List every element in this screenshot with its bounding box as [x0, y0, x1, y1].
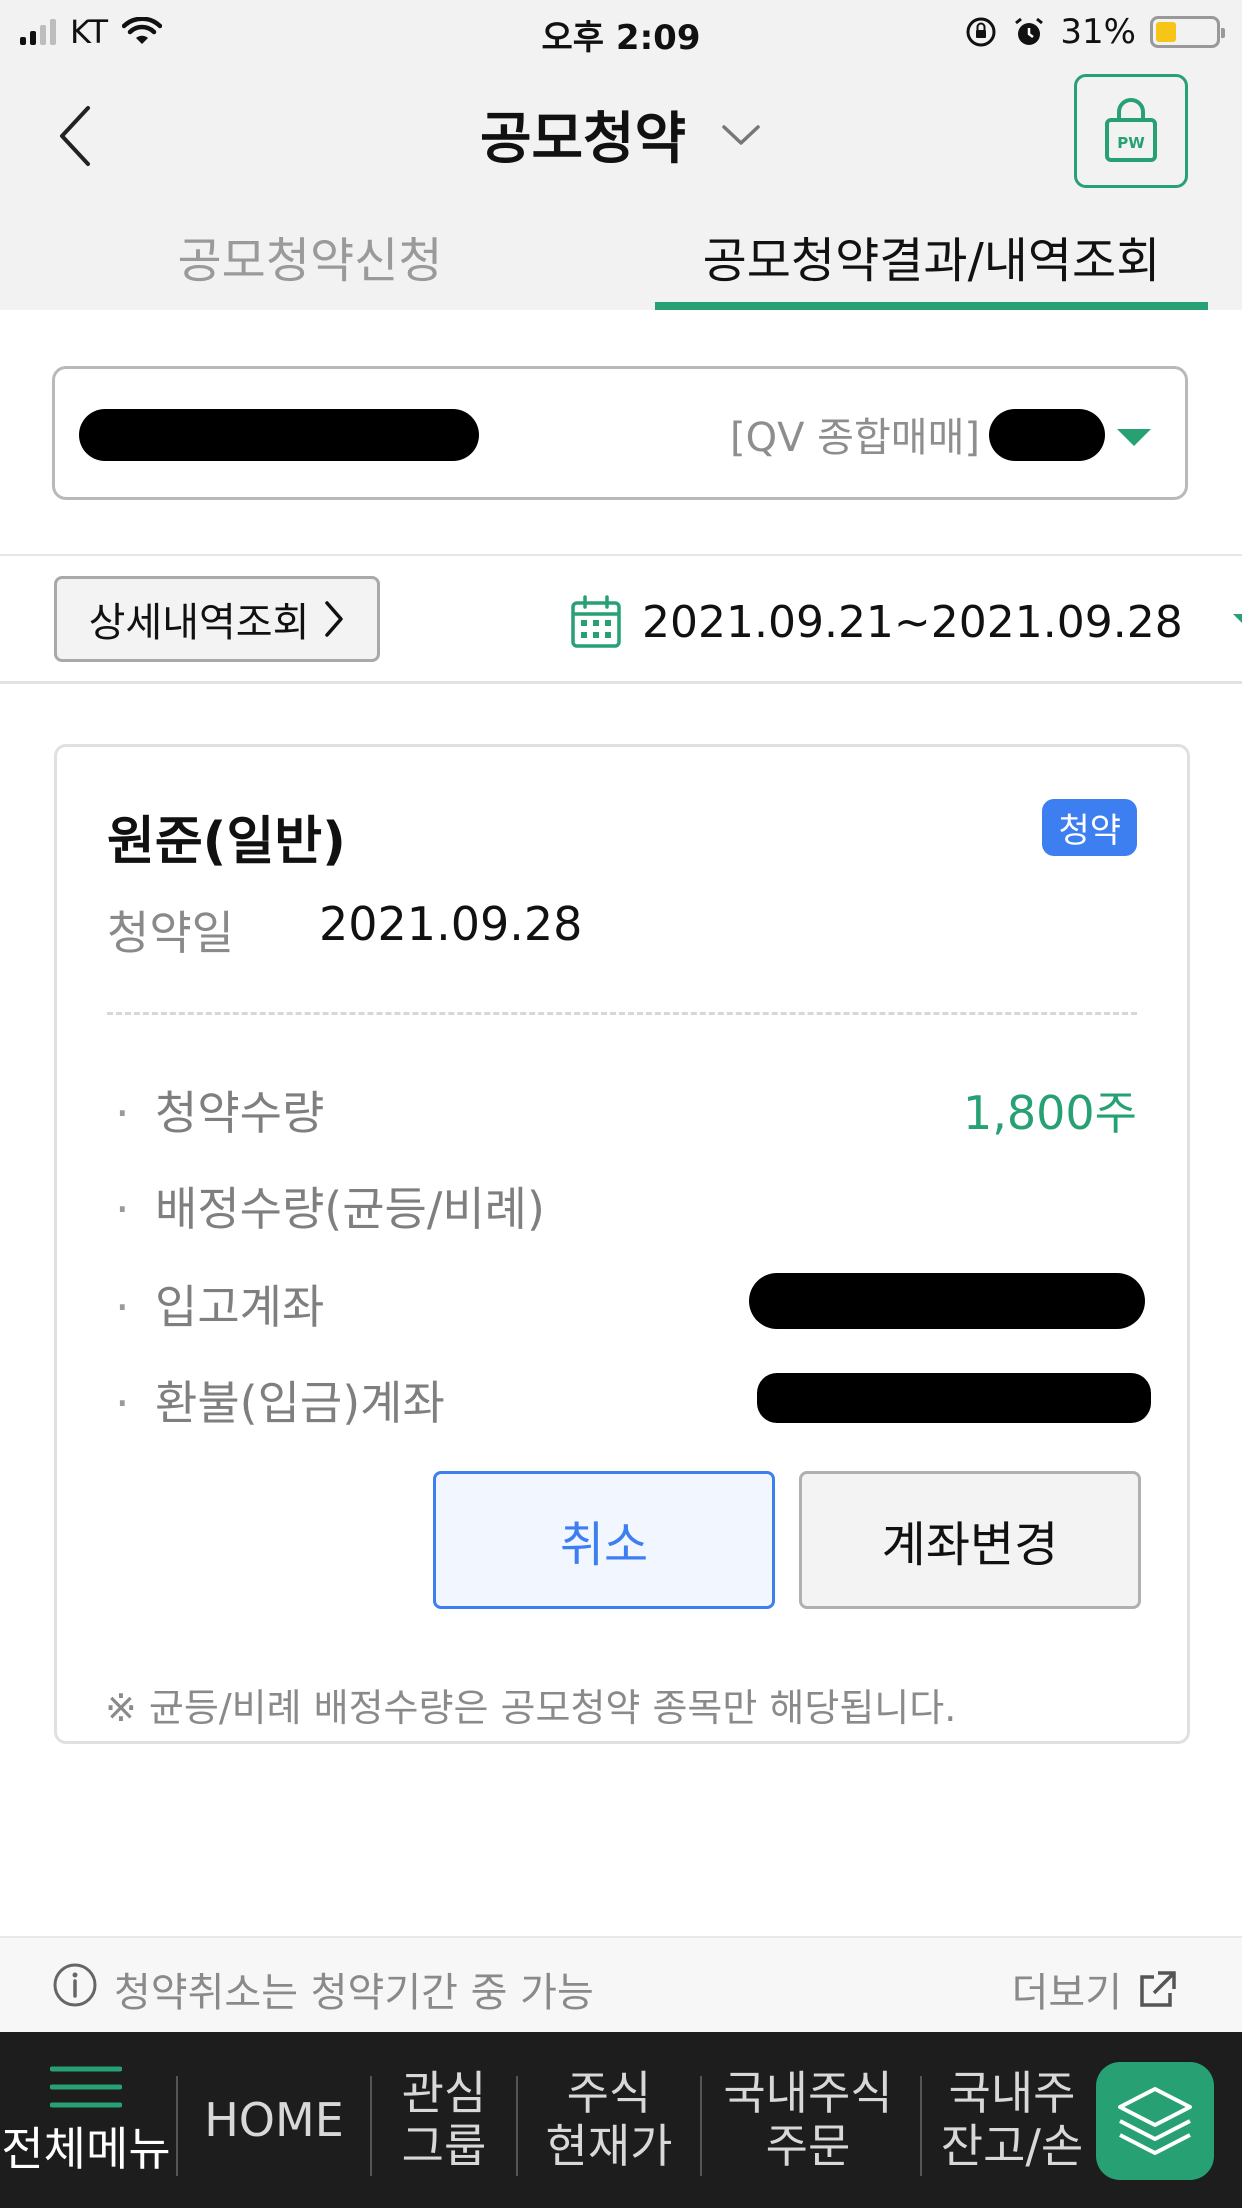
change-account-button[interactable]: 계좌변경: [799, 1471, 1141, 1609]
title-selector[interactable]: 공모청약: [0, 94, 1242, 175]
chevron-right-icon: [325, 601, 344, 637]
info-icon: [53, 1963, 97, 2007]
content-area: [QV 종합매매] 상세내역조회 2021.09.21~2021.09.28 원…: [0, 310, 1242, 1938]
subscription-card: 원준(일반) 청약 청약일 2021.09.28 · 청약수량 1,800주 · 배…: [54, 744, 1190, 1744]
nav-home[interactable]: HOME: [180, 2032, 368, 2208]
chevron-down-icon: [722, 124, 760, 145]
date-range-picker[interactable]: 2021.09.21~2021.09.28: [570, 582, 1242, 662]
more-label: 더보기: [1011, 1970, 1122, 2016]
stock-name: 원준(일반): [107, 812, 346, 872]
nav-divider: [700, 2076, 702, 2176]
detail-history-button[interactable]: 상세내역조회: [54, 576, 380, 662]
status-badge: 청약: [1042, 799, 1137, 856]
cancel-subscription-button[interactable]: 취소: [433, 1471, 775, 1609]
tab-label: 공모청약결과/내역조회: [702, 233, 1161, 289]
nav-label-line2: 주문: [765, 2119, 851, 2173]
nav-divider: [370, 2076, 372, 2176]
nav-label-line2: 현재가: [545, 2119, 673, 2173]
subscription-date-value: 2021.09.28: [319, 897, 583, 951]
nav-label-line1: 관심: [401, 2066, 487, 2121]
subscription-date-label: 청약일: [107, 906, 234, 960]
app-header: 공모청약 PW 공모청약신청 공모청약결과/내역조회: [0, 64, 1242, 310]
pw-label: PW: [1117, 134, 1145, 152]
orientation-lock-icon: [966, 17, 996, 47]
row-label: 배정수량(균등/비례): [155, 1182, 545, 1236]
dropdown-caret-icon: [1117, 429, 1151, 446]
nav-divider: [920, 2076, 922, 2176]
nav-label-line2: 잔고/손: [940, 2119, 1084, 2173]
allocation-note: ※ 균등/비례 배정수량은 공모청약 종목만 해당됩니다.: [105, 1686, 957, 1730]
row-refund-account: · 환불(입금)계좌: [115, 1367, 1151, 1430]
password-lock-button[interactable]: PW: [1074, 74, 1188, 188]
date-range-text: 2021.09.21~2021.09.28: [642, 596, 1183, 648]
hamburger-menu-icon: [50, 2066, 122, 2108]
lock-icon: PW: [1105, 98, 1157, 162]
bottom-nav: 전체메뉴 HOME 관심 그룹 주식 현재가 국내주식 주문 국내주 잔고/손: [0, 2032, 1242, 2208]
battery-percent: 31%: [1060, 12, 1136, 52]
active-tab-indicator: [655, 302, 1208, 310]
nav-divider: [176, 2076, 178, 2176]
divider: [107, 1012, 1137, 1015]
row-label: 입고계좌: [155, 1280, 325, 1334]
nav-all-menu[interactable]: 전체메뉴: [0, 2032, 172, 2208]
status-right: 31%: [964, 10, 1225, 54]
tab-subscription-results[interactable]: 공모청약결과/내역조회: [655, 202, 1208, 310]
nav-watch-group[interactable]: 관심 그룹: [374, 2032, 514, 2208]
account-type-label: [QV 종합매매]: [730, 415, 980, 461]
row-subscription-quantity: · 청약수량 1,800주: [115, 1077, 1137, 1140]
redacted-refund-account: [757, 1373, 1151, 1423]
nav-divider: [516, 2076, 518, 2176]
row-label: 환불(입금)계좌: [155, 1376, 445, 1430]
external-link-icon: [1140, 1971, 1176, 2007]
filter-row: 상세내역조회 2021.09.21~2021.09.28: [0, 554, 1242, 684]
alarm-icon: [1015, 17, 1044, 45]
nav-label: HOME: [204, 2092, 344, 2147]
nav-label-line1: 국내주식: [723, 2066, 893, 2121]
nav-label-line2: 그룹: [401, 2119, 487, 2173]
nav-domestic-balance[interactable]: 국내주 잔고/손: [924, 2032, 1100, 2208]
page-title: 공모청약: [479, 107, 687, 172]
nav-label-line1: 국내주: [948, 2066, 1076, 2121]
redacted-account-name: [79, 409, 479, 461]
floating-layers-button[interactable]: [1096, 2062, 1214, 2180]
info-bar: 청약취소는 청약기간 중 가능 더보기: [0, 1936, 1242, 2032]
row-value: 1,800주: [962, 1086, 1137, 1140]
tab-label: 공모청약신청: [177, 233, 443, 289]
nav-domestic-order[interactable]: 국내주식 주문: [704, 2032, 912, 2208]
account-selector[interactable]: [QV 종합매매]: [52, 366, 1188, 500]
cancel-info-text: 청약취소는 청약기간 중 가능: [114, 1970, 594, 2016]
nav-stock-price[interactable]: 주식 현재가: [520, 2032, 698, 2208]
dropdown-caret-icon: [1232, 613, 1242, 631]
calendar-icon: [571, 595, 621, 648]
redacted-receiving-account: [749, 1273, 1145, 1329]
detail-history-label: 상세내역조회: [88, 600, 310, 646]
row-receiving-account: · 입고계좌: [115, 1271, 1145, 1334]
more-link[interactable]: 더보기: [1012, 1960, 1178, 2018]
tab-bar: 공모청약신청 공모청약결과/내역조회: [0, 202, 1242, 310]
nav-label-line1: 주식: [566, 2066, 652, 2121]
redacted-account-number: [989, 409, 1105, 461]
nav-label: 전체메뉴: [1, 2121, 171, 2176]
layers-icon: [1118, 2087, 1192, 2155]
battery-icon: [1150, 16, 1225, 48]
tab-subscription-apply[interactable]: 공모청약신청: [0, 202, 620, 310]
row-allocated-quantity: · 배정수량(균등/비례): [115, 1182, 545, 1236]
row-label: 청약수량: [155, 1086, 325, 1140]
status-bar: KT 오후 2:09 31%: [0, 0, 1242, 64]
